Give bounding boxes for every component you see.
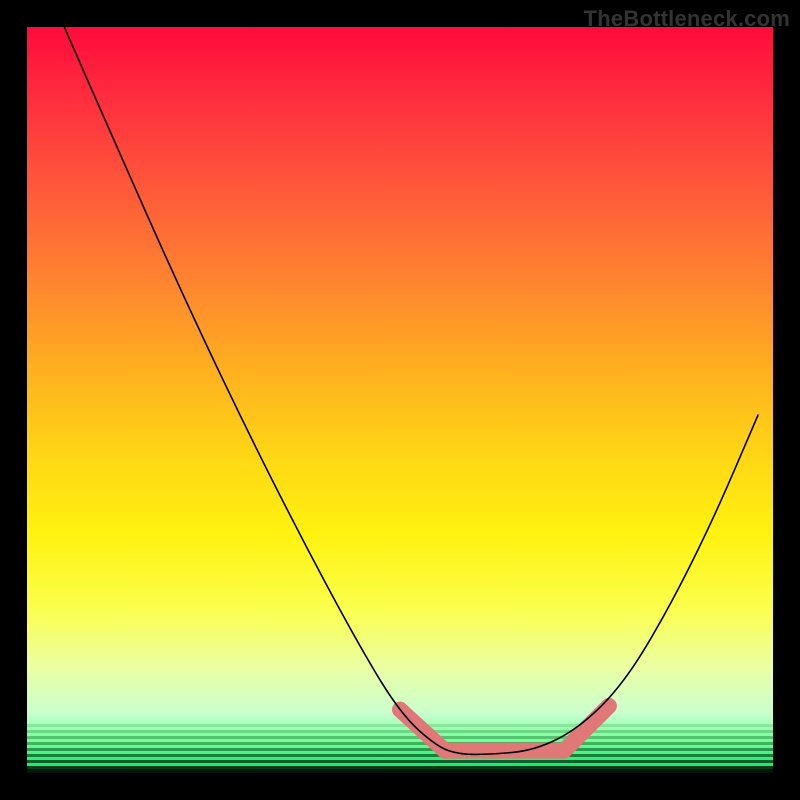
curve-svg — [27, 27, 773, 773]
highlight-segment — [564, 706, 609, 751]
plot-area — [27, 27, 773, 773]
highlight-group — [400, 706, 609, 751]
bottleneck-curve — [64, 27, 758, 754]
chart-frame: TheBottleneck.com — [0, 0, 800, 800]
